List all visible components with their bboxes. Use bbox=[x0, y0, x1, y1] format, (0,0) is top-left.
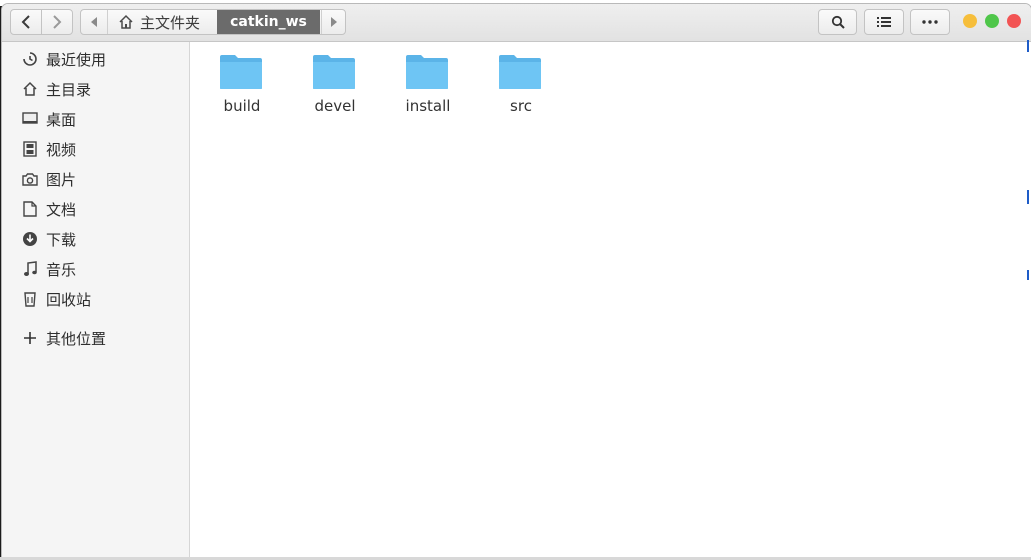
recent-icon bbox=[20, 49, 40, 69]
file-view: build devel install src bbox=[190, 42, 1031, 557]
sidebar-item-other-locations[interactable]: 其他位置 bbox=[2, 323, 189, 353]
music-icon bbox=[20, 259, 40, 279]
folder-icon bbox=[220, 55, 262, 89]
path-home-label: 主文件夹 bbox=[140, 13, 201, 32]
search-icon bbox=[831, 15, 845, 29]
sidebar-item-videos[interactable]: 视频 bbox=[2, 134, 189, 164]
file-manager-window: 主文件夹 catkin_ws 最近使用 主目录 桌面 视频 图片 文档 下载 音… bbox=[2, 4, 1031, 557]
folder-icon bbox=[406, 55, 448, 89]
home-icon bbox=[119, 14, 133, 29]
triangle-left-icon bbox=[91, 17, 97, 27]
sidebar-item-home[interactable]: 主目录 bbox=[2, 74, 189, 104]
desktop-icon bbox=[20, 109, 40, 129]
folder-name: build bbox=[223, 97, 261, 115]
path-home-button[interactable]: 主文件夹 bbox=[108, 10, 218, 34]
path-bar: 主文件夹 catkin_ws bbox=[80, 9, 346, 35]
path-current-button[interactable]: catkin_ws bbox=[217, 10, 320, 34]
folder-item[interactable]: src bbox=[483, 54, 553, 124]
home-icon bbox=[20, 79, 40, 99]
forward-button[interactable] bbox=[41, 9, 73, 35]
sidebar-item-label: 下载 bbox=[46, 230, 77, 249]
path-scroll-right-button[interactable] bbox=[321, 10, 345, 34]
sidebar-item-trash[interactable]: 回收站 bbox=[2, 284, 189, 314]
video-icon bbox=[20, 139, 40, 159]
folder-name: install bbox=[405, 97, 451, 115]
sidebar-item-label: 音乐 bbox=[46, 260, 77, 279]
more-options-icon bbox=[922, 20, 938, 24]
sidebar-item-label: 桌面 bbox=[46, 110, 77, 129]
plus-icon bbox=[20, 328, 40, 348]
background-edge-marks bbox=[1027, 40, 1029, 280]
sidebar-item-label: 回收站 bbox=[46, 290, 92, 309]
sidebar-item-pictures[interactable]: 图片 bbox=[2, 164, 189, 194]
header-bar: 主文件夹 catkin_ws bbox=[2, 4, 1031, 42]
close-button[interactable] bbox=[1007, 14, 1021, 28]
camera-icon bbox=[20, 169, 40, 189]
sidebar-item-label: 主目录 bbox=[46, 80, 92, 99]
folder-item[interactable]: devel bbox=[297, 54, 367, 124]
chevron-left-icon bbox=[21, 15, 30, 29]
sidebar-item-downloads[interactable]: 下载 bbox=[2, 224, 189, 254]
document-icon bbox=[20, 199, 40, 219]
path-scroll-left-button[interactable] bbox=[81, 10, 108, 34]
sidebar-item-recent[interactable]: 最近使用 bbox=[2, 44, 189, 74]
trash-icon bbox=[20, 289, 40, 309]
view-list-button[interactable] bbox=[864, 9, 904, 35]
sidebar-item-documents[interactable]: 文档 bbox=[2, 194, 189, 224]
folder-item[interactable]: build bbox=[204, 54, 274, 124]
sidebar-item-music[interactable]: 音乐 bbox=[2, 254, 189, 284]
sidebar: 最近使用 主目录 桌面 视频 图片 文档 下载 音乐 回收站 其他位置 bbox=[2, 42, 190, 557]
sidebar-item-label: 文档 bbox=[46, 200, 77, 219]
folder-name: devel bbox=[314, 97, 356, 115]
sidebar-item-label: 最近使用 bbox=[46, 50, 107, 69]
back-button[interactable] bbox=[10, 9, 42, 35]
folder-icon bbox=[313, 55, 355, 89]
folder-item[interactable]: install bbox=[390, 54, 460, 124]
search-button[interactable] bbox=[818, 9, 857, 35]
sidebar-item-label: 图片 bbox=[46, 170, 77, 189]
folder-name: src bbox=[510, 97, 532, 115]
chevron-right-icon bbox=[53, 15, 62, 29]
list-icon bbox=[877, 17, 891, 27]
sidebar-item-desktop[interactable]: 桌面 bbox=[2, 104, 189, 134]
path-current-label: catkin_ws bbox=[230, 14, 307, 30]
maximize-button[interactable] bbox=[985, 14, 999, 28]
minimize-button[interactable] bbox=[963, 14, 977, 28]
sidebar-item-label: 视频 bbox=[46, 140, 77, 159]
triangle-right-icon bbox=[331, 17, 337, 27]
sidebar-item-label: 其他位置 bbox=[46, 329, 107, 348]
folder-icon bbox=[499, 55, 541, 89]
menu-button[interactable] bbox=[910, 9, 950, 35]
download-icon bbox=[20, 229, 40, 249]
